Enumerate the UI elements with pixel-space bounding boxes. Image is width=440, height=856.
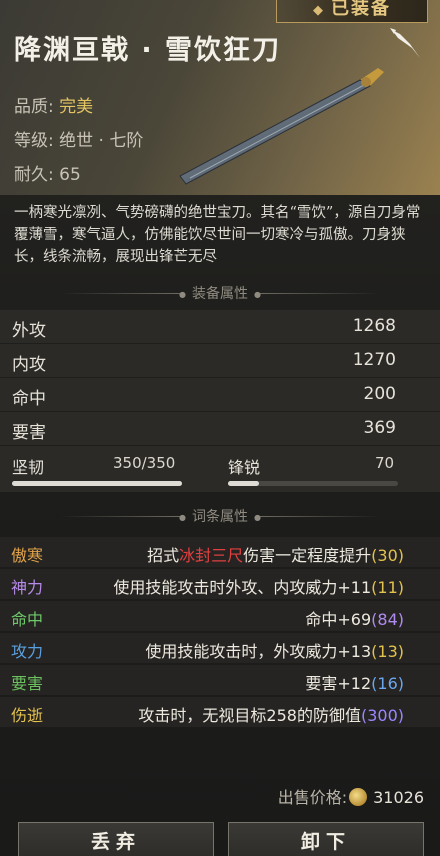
- ornament-dot-icon: ●: [179, 512, 186, 522]
- coin-icon: [349, 788, 368, 806]
- stat-row-inner-attack: 内攻 1270: [0, 344, 440, 377]
- sharpness-value: 70: [375, 454, 395, 472]
- affix-row: 神力 使用技能攻击时外攻、内攻威力+11(11): [0, 569, 440, 599]
- affix-tag: 攻力: [11, 642, 44, 661]
- stat-value: 1270: [352, 350, 396, 370]
- affix-text: 攻击时，无视目标258的防御值(300): [138, 706, 404, 725]
- item-description: 一柄寒光凛冽、气势磅礴的绝世宝刀。其名“雪饮”，源自刀身常覆薄雪，寒气逼人，仿佛…: [14, 205, 421, 265]
- stat-value: 369: [363, 418, 396, 438]
- affix-tag: 命中: [11, 610, 44, 629]
- sharpness-bar: [228, 481, 398, 486]
- affix-text: 命中+69(84): [305, 610, 404, 629]
- toughness-bar: [12, 481, 182, 486]
- grade-row: 等级: 绝世 · 七阶: [14, 126, 143, 151]
- durability-label: 耐久:: [14, 165, 54, 185]
- durability-bars-row: 坚韧 350/350 锋锐 70: [0, 446, 440, 492]
- affix-tag: 神力: [11, 578, 44, 597]
- stat-value: 200: [363, 384, 396, 404]
- stat-value: 1268: [352, 316, 396, 336]
- affix-row: 攻力 使用技能攻击时，外攻威力+13(13): [0, 633, 440, 663]
- affix-section-header: ● 词条属性 ●: [0, 506, 440, 526]
- equipped-label: 已装备: [331, 0, 391, 19]
- sharpness-label: 锋锐: [228, 458, 261, 477]
- stat-label: 内攻: [12, 355, 46, 375]
- item-header: ◆ 已装备 降渊亘戟 · 雪饮狂刀 品质: 完美 等级: 绝世 · 七阶 耐久: …: [0, 0, 440, 195]
- affix-tag: 伤逝: [11, 706, 44, 725]
- toughness-value: 350/350: [113, 454, 176, 472]
- unequip-button[interactable]: 卸下: [228, 822, 424, 856]
- stat-label: 命中: [12, 389, 46, 409]
- stat-row-hit: 命中 200: [0, 378, 440, 411]
- quality-value: 完美: [59, 97, 94, 117]
- affix-tag: 傲寒: [11, 546, 44, 565]
- sell-price-label: 出售价格:: [277, 788, 348, 807]
- affix-text: 使用技能攻击时外攻、内攻威力+11(11): [113, 578, 404, 597]
- ornament-dot-icon: ●: [179, 289, 186, 299]
- diamond-icon: ◆: [313, 3, 325, 18]
- affix-text: 使用技能攻击时，外攻威力+13(13): [145, 642, 404, 661]
- toughness-bar-fill: [12, 481, 182, 486]
- affix-text: 要害+12(16): [305, 674, 404, 693]
- affix-section-title: 词条属性: [192, 509, 248, 525]
- item-detail-panel: ◆ 已装备 降渊亘戟 · 雪饮狂刀 品质: 完美 等级: 绝世 · 七阶 耐久: …: [0, 0, 440, 856]
- durability-row: 耐久: 65: [14, 160, 81, 185]
- quality-label: 品质:: [14, 97, 54, 117]
- stat-row-crit: 要害 369: [0, 412, 440, 445]
- affix-text: 招式冰封三尺伤害一定程度提升(30): [147, 546, 404, 565]
- ornament-dot-icon: ●: [254, 289, 261, 299]
- stat-label: 要害: [12, 423, 46, 443]
- affix-row: 伤逝 攻击时，无视目标258的防御值(300): [0, 697, 440, 727]
- affix-row: 傲寒 招式冰封三尺伤害一定程度提升(30): [0, 537, 440, 567]
- sell-price: 出售价格: 31026: [278, 784, 424, 808]
- item-title: 降渊亘戟 · 雪饮狂刀: [14, 35, 282, 66]
- affix-row: 命中 命中+69(84): [0, 601, 440, 631]
- equipped-badge: ◆ 已装备: [276, 0, 428, 23]
- durability-value: 65: [59, 165, 81, 185]
- affix-row: 要害 要害+12(16): [0, 665, 440, 695]
- ornament-dot-icon: ●: [254, 512, 261, 522]
- sell-price-value: 31026: [373, 788, 424, 807]
- grade-value: 绝世 · 七阶: [59, 131, 144, 151]
- stat-label: 外攻: [12, 321, 46, 341]
- stat-row-outer-attack: 外攻 1268: [0, 310, 440, 343]
- affix-tag: 要害: [11, 674, 44, 693]
- weapon-type-icon: [390, 28, 420, 58]
- discard-button[interactable]: 丢弃: [18, 822, 214, 856]
- grade-label: 等级:: [14, 131, 54, 151]
- toughness-label: 坚韧: [12, 458, 45, 477]
- sharpness-bar-fill: [228, 481, 259, 486]
- equip-attr-section-title: 装备属性: [192, 286, 248, 302]
- quality-row: 品质: 完美: [14, 92, 93, 117]
- sword-image: [179, 68, 384, 185]
- equip-attr-section-header: ● 装备属性 ●: [0, 283, 440, 303]
